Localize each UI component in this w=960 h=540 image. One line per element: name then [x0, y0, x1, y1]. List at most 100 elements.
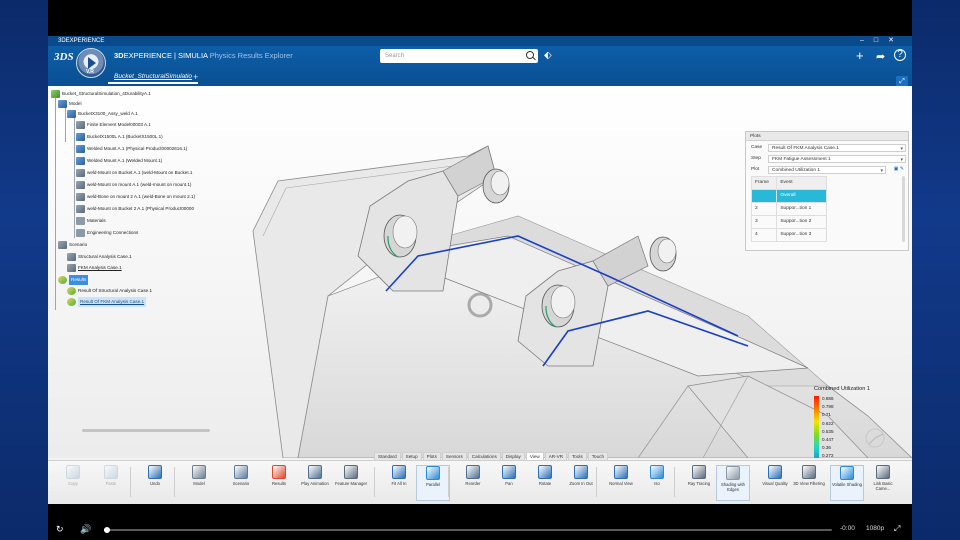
tab-standard[interactable]: Standard [374, 452, 401, 460]
undo-button[interactable]: Undo [138, 465, 172, 501]
step-select[interactable]: FKM Fatigue Assessment 1 [768, 155, 906, 164]
maximize-button[interactable]: □ [874, 37, 888, 44]
iso-button[interactable]: Iso [640, 465, 674, 501]
tree-item-child[interactable]: BucketX1500L A.1 (BucketX1500L.1) [76, 132, 163, 142]
tab-setup[interactable]: Setup [401, 452, 422, 460]
add-tab-button[interactable]: + [193, 70, 198, 84]
case-select[interactable]: Result Of FKM Analysis Case.1 [768, 144, 906, 153]
volatile-shading-button[interactable]: Volatile Shading [830, 465, 864, 501]
tree-item-child[interactable]: Welded Mount A.1 (Welded Mount.1) [76, 156, 162, 166]
shading-with-edges-button[interactable]: Shading with Edges [716, 465, 750, 501]
tree-scrollbar[interactable] [82, 429, 210, 432]
rotate-button[interactable]: Rotate [528, 465, 562, 501]
video-controls: ↻ 🔊 -0:00 1080p ⤢ [48, 520, 912, 540]
plus-icon[interactable]: + [856, 48, 864, 63]
3d-viewport[interactable]: Bucket_StructuralSimulation_4DurabilityA… [48, 86, 912, 458]
legend-value: 0.272 [822, 453, 834, 458]
share-icon[interactable]: ➦ [876, 50, 885, 63]
play-animation-button[interactable]: Play Animation [298, 465, 332, 501]
tree-item-child[interactable]: Engineering Connections [76, 228, 138, 238]
zoom-in-out-icon [574, 465, 588, 479]
tab-ar-vr[interactable]: AR-VR [544, 452, 568, 460]
tree-item-result[interactable]: Result Of Structural Analysis Case.1 [67, 286, 152, 296]
paste-button[interactable]: Paste [94, 465, 128, 501]
tag-icon[interactable]: ⬖ [544, 50, 552, 61]
tree-item-scenario[interactable]: Scenario [58, 240, 87, 250]
model-button[interactable]: Model [182, 465, 216, 501]
fit-all-in-button[interactable]: Fit All In [382, 465, 416, 501]
close-button[interactable]: ✕ [888, 37, 904, 44]
pan-button[interactable]: Pan [492, 465, 526, 501]
ray-tracing-button[interactable]: Ray Tracing [682, 465, 716, 501]
quality-button[interactable]: 1080p [866, 525, 884, 532]
case-icon [67, 264, 76, 272]
iso-icon [650, 465, 664, 479]
tree-item-child[interactable]: weld-Bone on mount 2 A.1 (weld-Bone on m… [76, 192, 195, 202]
replay-icon[interactable]: ↻ [56, 524, 64, 535]
tree-item-child[interactable]: weld-Mount on mount A.1 (weld-mount on m… [76, 180, 191, 190]
plot-select[interactable]: Combined Utilization 1 [768, 166, 886, 175]
progress-knob[interactable] [103, 527, 110, 533]
tree-item-model[interactable]: Model [58, 99, 82, 109]
document-tab[interactable]: Bucket_StructuralSimulatio [108, 70, 199, 84]
search-input[interactable]: Search [380, 49, 538, 63]
tab-tools[interactable]: Tools [568, 452, 587, 460]
tool-label: Link Basic Came... [873, 481, 893, 491]
tab-calculations[interactable]: Calculations [467, 452, 501, 460]
tab-plots[interactable]: Plots [422, 452, 441, 460]
visual-quality-button[interactable]: Visual Quality [758, 465, 792, 501]
tree-item-scenario-case[interactable]: FKM Analysis Case.1 [67, 263, 122, 273]
tree-child-label: weld-Mount on mount A.1 (weld-mount on m… [87, 182, 192, 187]
tool-label: Visual Quality [762, 481, 788, 486]
connections-icon [76, 229, 85, 237]
tree-item-assembly[interactable]: BucketX3100_Assy_weld A.1 [67, 109, 138, 119]
reorder-button[interactable]: Reorder [456, 465, 490, 501]
tree-item-results[interactable]: Results [58, 275, 89, 285]
ribbon-tabs: Standard Setup Plots Sensors Calculations Dis… [374, 452, 609, 460]
parallel-button[interactable]: Parallel [416, 465, 450, 501]
tab-display[interactable]: Display [501, 452, 525, 460]
normal-view-button[interactable]: Normal View [604, 465, 638, 501]
plots-panel: Plots Case Result Of FKM Analysis Case.1… [745, 131, 909, 251]
search-icon[interactable] [526, 51, 534, 59]
table-row[interactable]: Overall [750, 189, 827, 203]
tree-item-child[interactable]: weld-Mount on Bucket 2 A.1 (Physical Pro… [76, 204, 194, 214]
legend-value: 0.71 [822, 412, 831, 418]
plot-options-icon[interactable]: ▣ ✎ [894, 166, 904, 172]
results-button[interactable]: Results [262, 465, 296, 501]
tab-sensors[interactable]: Sensors [441, 452, 467, 460]
top-header: 3DS V.R 3DEXPERIENCE | SIMULIA Physics R… [48, 46, 912, 88]
compass-icon[interactable]: V.R [76, 48, 106, 78]
tree-root[interactable]: Bucket_StructuralSimulation_4DurabilityA… [51, 89, 151, 99]
event-cell: Suppor...tion 2 [776, 215, 827, 229]
weld-icon [76, 169, 85, 177]
zoom-in-out-button[interactable]: Zoom In Out [564, 465, 598, 501]
fit-all-in-icon [392, 465, 406, 479]
feature-manager-button[interactable]: Feature Manager [334, 465, 368, 501]
tree-item-child[interactable]: Finite Element Model00003 A.1 [76, 120, 151, 130]
video-progress[interactable] [103, 527, 832, 533]
table-row[interactable]: 4 Suppor...tion 3 [750, 228, 827, 242]
tree-item-scenario-case[interactable]: Structural Analysis Case.1 [67, 252, 132, 262]
tree-item-child[interactable]: Materials [76, 216, 106, 226]
tree-item-child[interactable]: Welded Mount A.1 (Physical Product000026… [76, 144, 187, 154]
table-row[interactable]: 3 Suppor...tion 2 [750, 215, 827, 229]
volume-icon[interactable]: 🔊 [80, 524, 91, 535]
link-basic-came-button[interactable]: Link Basic Came... [866, 465, 900, 501]
color-legend: Combined Utilization 1 0.888 0.798 0.71 0.6… [814, 386, 908, 458]
copy-button[interactable]: Copy [56, 465, 90, 501]
tab-touch[interactable]: Touch [587, 452, 609, 460]
help-icon[interactable]: ? [894, 49, 906, 61]
tool-label: Scenario [232, 481, 250, 486]
tree-item-child[interactable]: weld-Mount on Bucket A.1 (weld-Mount on … [76, 168, 192, 178]
tree-item-result-selected[interactable]: Result Of FKM Analysis Case.1 [67, 297, 147, 307]
table-row[interactable]: 2 Suppor...tion 1 [750, 202, 827, 216]
scenario-button[interactable]: Scenario [224, 465, 258, 501]
3d-view-filtering-button[interactable]: 3D View Filtering [792, 465, 826, 501]
panel-scrollbar[interactable] [902, 176, 905, 242]
tool-label: Fit All In [391, 481, 407, 486]
tab-view[interactable]: View [525, 452, 544, 460]
fullscreen-video-icon[interactable]: ⤢ [894, 524, 900, 534]
minimize-button[interactable]: – [860, 37, 874, 44]
window-controls[interactable]: –□✕ [860, 36, 904, 46]
